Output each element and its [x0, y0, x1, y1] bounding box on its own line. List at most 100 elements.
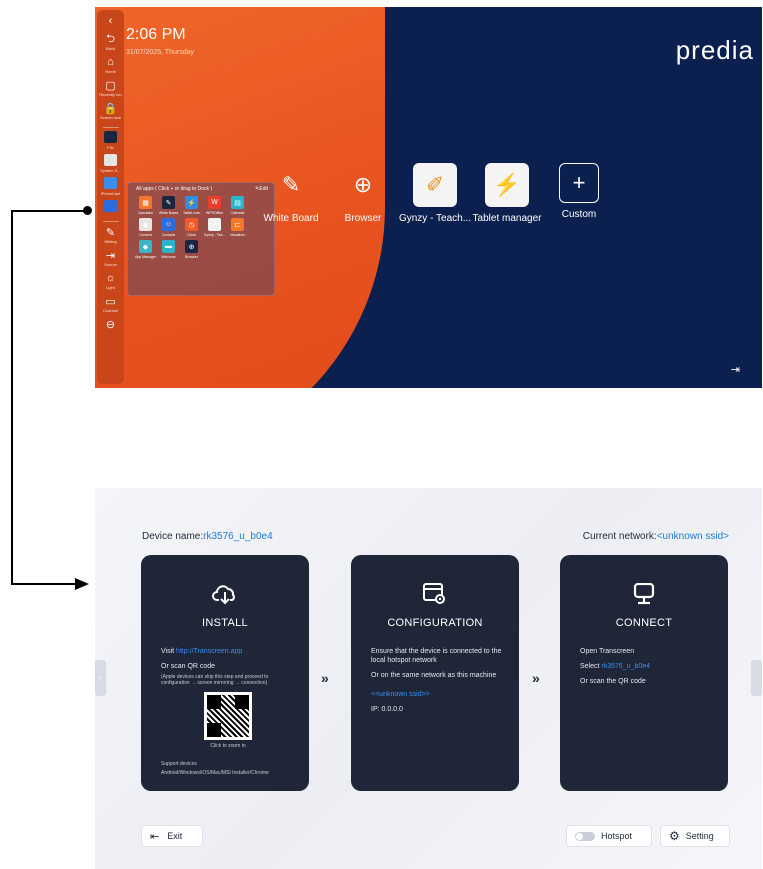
- sidebar-app[interactable]: [104, 200, 117, 214]
- app-icon: [104, 200, 117, 212]
- dock-item[interactable]: ✐ Gynzy - Teach...: [399, 163, 471, 224]
- transcreen-link[interactable]: http://Transcreen.app: [176, 648, 242, 655]
- sidebar-item[interactable]: ⇥ Source: [104, 248, 118, 268]
- qr-code[interactable]: [204, 692, 252, 740]
- hotspot-toggle[interactable]: Hotspot: [566, 825, 652, 847]
- sidebar-item[interactable]: ▭ Channel: [103, 294, 118, 314]
- connect-body: Open Transcreen Select rk3576_u_b0e4 Or …: [580, 647, 714, 692]
- monitor-icon: [560, 582, 728, 611]
- popup-app-item[interactable]: ◆ App Manager: [134, 240, 157, 259]
- popup-app-item[interactable]: ◷ Clock: [180, 218, 203, 237]
- popup-app-item[interactable]: ▤ Calendar: [226, 196, 249, 215]
- plus-icon: +: [559, 163, 599, 203]
- scan-text: Or scan QR code: [161, 663, 216, 670]
- support-title: Support devices: [161, 761, 197, 767]
- connector-line: [11, 210, 87, 212]
- current-network: Current network:<unknown ssid>: [583, 531, 729, 542]
- sidebar-label: Recently run: [99, 92, 122, 97]
- app-icon: ⚡: [185, 196, 198, 209]
- exit-icon[interactable]: ⇥: [731, 363, 740, 376]
- connector-arrow: [75, 578, 89, 590]
- sidebar-label: Channel: [103, 308, 118, 313]
- app-icon: ▬: [162, 240, 175, 253]
- app-icon: [103, 154, 117, 166]
- popup-app-item[interactable]: ⊏ Visualizer: [226, 218, 249, 237]
- dock-label: White Board: [263, 213, 319, 224]
- app-icon: W: [208, 196, 221, 209]
- popup-app-item[interactable]: W WPSOffice: [203, 196, 226, 215]
- left-drawer-handle[interactable]: ›: [95, 660, 106, 696]
- select-device-value: rk3576_u_b0e4: [601, 663, 651, 670]
- sidebar-item[interactable]: ‹: [104, 14, 118, 28]
- toggle-switch[interactable]: [575, 831, 595, 841]
- app-label: WPSOffice: [205, 211, 224, 215]
- dock-label: Tablet manager: [472, 213, 542, 224]
- popup-app-item[interactable]: ▦ Calculator: [134, 196, 157, 215]
- app-icon: [104, 177, 117, 189]
- popup-app-item[interactable]: ✎ White Board: [157, 196, 180, 215]
- lock-icon: 🔒: [103, 102, 118, 115]
- device-name: Device name:rk3576_u_b0e4: [142, 531, 273, 542]
- dock-item[interactable]: ✎ White Board: [255, 163, 327, 224]
- dock-item[interactable]: + Custom: [543, 163, 615, 224]
- divider: [102, 127, 119, 128]
- channel-icon: ▭: [105, 295, 116, 308]
- divider: [102, 221, 119, 222]
- popup-app-item[interactable]: ⚡ Tablet man: [180, 196, 203, 215]
- sidebar-label: Screen lock: [100, 115, 121, 120]
- connect-line-1: Open Transcreen: [580, 648, 635, 655]
- app-label: White Board: [158, 211, 179, 215]
- sidebar-item[interactable]: ☼ Light: [104, 271, 118, 290]
- configuration-icon: [351, 583, 519, 611]
- dock-item[interactable]: ⊕ Browser: [327, 163, 399, 224]
- sidebar-item[interactable]: 🔒 Screen lock: [100, 101, 121, 121]
- app-icon: ◷: [185, 218, 198, 231]
- gynzy-icon: ✐: [413, 163, 457, 207]
- app-icon: [104, 131, 117, 143]
- sidebar-item[interactable]: ✎ Writing: [104, 225, 118, 245]
- all-apps-popup: All apps ( Click + or drag to Dock ) ✎Ed…: [127, 182, 275, 296]
- popup-app-item[interactable]: ▬ Welcome: [157, 240, 180, 259]
- exit-button[interactable]: ⇤ Exit: [141, 825, 203, 847]
- install-title: INSTALL: [202, 617, 248, 629]
- app-label: Camera: [139, 233, 152, 237]
- whiteboard-icon: ✎: [281, 172, 301, 197]
- app-label: Browser: [185, 255, 198, 259]
- configuration-card: CONFIGURATION Ensure that the device is …: [351, 555, 519, 791]
- sidebar: ‹ ⮌ Back ⌂ Home ▢ Recently run 🔒 Screen lock File…: [97, 10, 124, 384]
- device-name-value: rk3576_u_b0e4: [203, 531, 273, 542]
- exit-label: Exit: [167, 831, 183, 841]
- app-icon: ☺: [162, 218, 175, 231]
- sidebar-app[interactable]: File: [104, 131, 117, 150]
- popup-app-item[interactable]: ◉ Camera: [134, 218, 157, 237]
- sidebar-item[interactable]: ⊖: [104, 317, 118, 331]
- app-label: Contacts: [161, 233, 176, 237]
- app-label: Welcome: [161, 255, 176, 259]
- config-line-2: Or on the same network as this machine: [371, 672, 497, 679]
- sidebar-item[interactable]: ⌂ Home: [104, 55, 118, 74]
- transcreen-screen: Device name:rk3576_u_b0e4 Current networ…: [95, 488, 762, 869]
- app-icon: ⊏: [231, 218, 244, 231]
- sidebar-app[interactable]: System S...: [100, 154, 121, 173]
- sidebar-app[interactable]: iPrimeCast: [101, 177, 120, 196]
- dock-label: Browser: [344, 213, 382, 224]
- install-card: INSTALL Visit http://Transcreen.app Or s…: [141, 555, 309, 791]
- setting-button[interactable]: ⚙ Setting: [660, 825, 730, 847]
- app-label: Calendar: [230, 211, 245, 215]
- popup-app-item[interactable]: ☺ Contacts: [157, 218, 180, 237]
- sidebar-item[interactable]: ▢ Recently run: [99, 78, 122, 98]
- connector-line: [11, 210, 13, 585]
- dock-label: Custom: [561, 209, 597, 220]
- popup-app-item[interactable]: ✐ Gynzy - Tea...: [203, 218, 226, 237]
- globe-icon: ⊕: [353, 172, 373, 197]
- app-label: Gynzy - Tea...: [203, 233, 226, 237]
- sidebar-item[interactable]: ⮌ Back: [104, 32, 118, 52]
- popup-app-item[interactable]: ⊕ Browser: [180, 240, 203, 259]
- right-drawer-handle[interactable]: [751, 660, 762, 696]
- setting-label: Setting: [685, 831, 714, 841]
- configuration-body: Ensure that the device is connected to t…: [371, 647, 505, 720]
- dock-label: Gynzy - Teach...: [398, 213, 472, 224]
- recent-icon: ▢: [105, 79, 116, 92]
- dock-item[interactable]: ⚡ Tablet manager: [471, 163, 543, 224]
- writing-icon: ✎: [105, 226, 116, 239]
